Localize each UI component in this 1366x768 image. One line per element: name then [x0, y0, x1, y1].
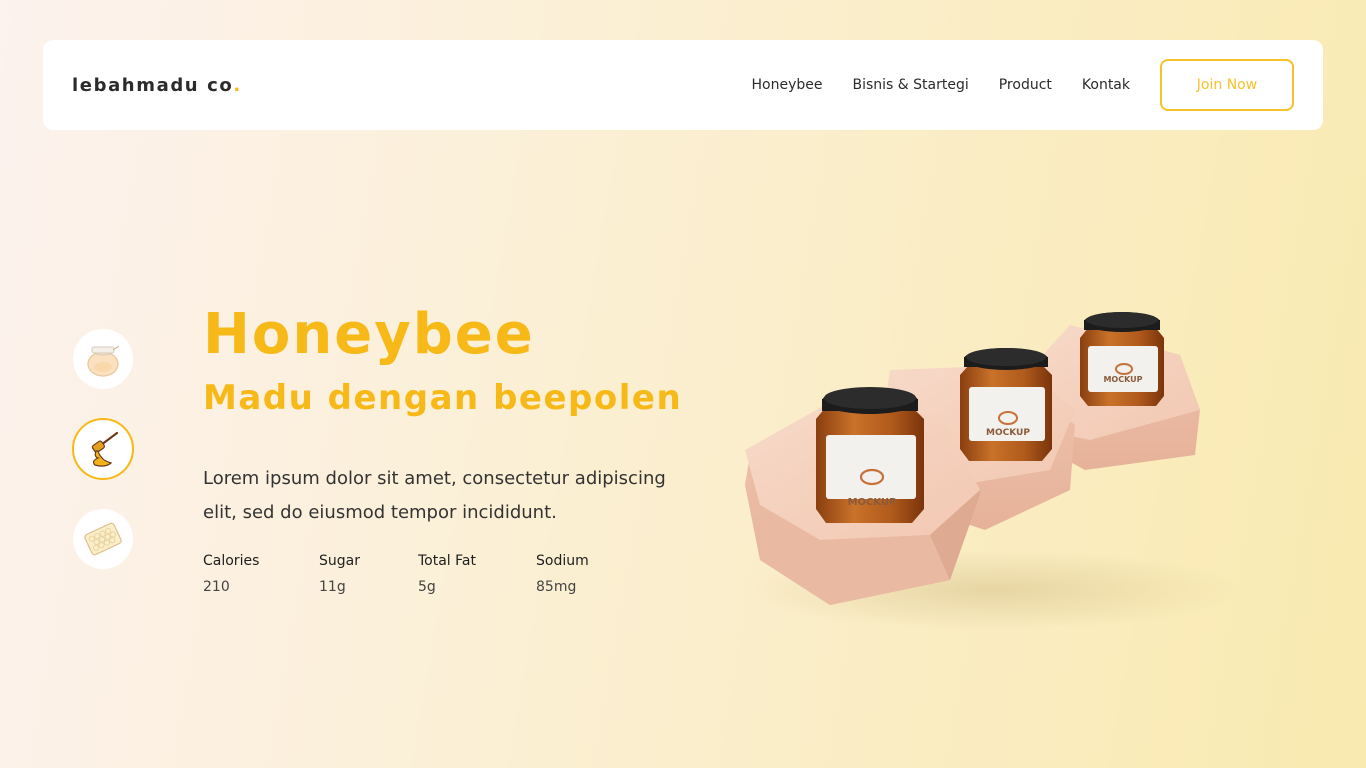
hero-title: Honeybee — [203, 302, 535, 367]
stat-value: 210 — [203, 579, 230, 595]
honey-dipper-icon — [91, 431, 119, 467]
hero-description: Lorem ipsum dolor sit amet, consectetur … — [203, 468, 666, 523]
hero-subtitle: Madu dengan beepolen — [203, 378, 683, 418]
brand-logo[interactable]: lebahmadu co. — [72, 75, 242, 96]
stat-label: Total Fat — [418, 553, 476, 569]
navbar: lebahmadu co. Honeybee Bisnis & Startegi… — [43, 40, 1323, 130]
stat-total-fat: Total Fat 5g — [418, 553, 536, 595]
main-nav: Honeybee Bisnis & Startegi Product Konta… — [751, 59, 1294, 111]
stat-label: Sugar — [319, 553, 360, 569]
product-image: MOCKUP MOCKUP MOCKUP — [730, 290, 1240, 630]
stat-sugar: Sugar 11g — [319, 553, 418, 595]
brand-name: lebahmadu co — [72, 74, 234, 96]
nutrition-facts: Calories 210 Sugar 11g Total Fat 5g Sodi… — [203, 553, 626, 595]
stat-calories: Calories 210 — [203, 553, 319, 595]
honey-jar-icon — [87, 345, 120, 377]
thumb-honeycomb[interactable] — [73, 509, 133, 569]
thumb-honey-jar[interactable] — [73, 329, 133, 389]
stat-value: 5g — [418, 579, 436, 595]
stat-label: Sodium — [536, 553, 589, 569]
stat-label: Calories — [203, 553, 260, 569]
nav-link-honeybee[interactable]: Honeybee — [751, 77, 822, 93]
jar-label-text: MOCKUP — [986, 428, 1030, 438]
stat-value: 85mg — [536, 579, 577, 595]
thumb-honey-dipper[interactable] — [72, 418, 134, 480]
jar-label-text: MOCKUP — [848, 497, 897, 508]
stat-sodium: Sodium 85mg — [536, 553, 626, 595]
jar-label-text: MOCKUP — [1103, 375, 1142, 384]
honeycomb-icon — [84, 522, 122, 556]
join-now-button[interactable]: Join Now — [1160, 59, 1294, 111]
nav-link-kontak[interactable]: Kontak — [1082, 77, 1130, 93]
stat-value: 11g — [319, 579, 346, 595]
nav-link-bisnis-startegi[interactable]: Bisnis & Startegi — [852, 77, 968, 93]
nav-link-product[interactable]: Product — [999, 77, 1052, 93]
brand-dot: . — [233, 74, 242, 96]
